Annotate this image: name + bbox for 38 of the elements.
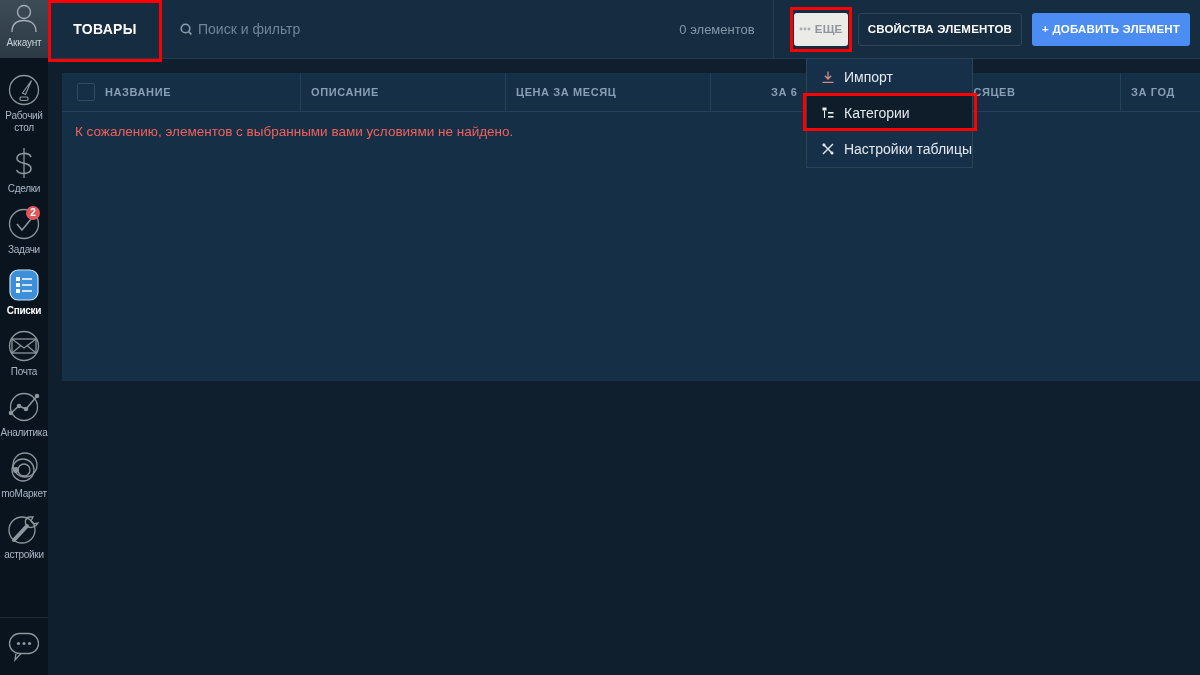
- column-header: НАЗВАНИЕ: [105, 86, 172, 98]
- nav-item[interactable]: Рабочий стол: [0, 68, 48, 141]
- empty-message: К сожалению, элементов с выбранными вами условиями не найдено.: [74, 123, 515, 141]
- item-count: 0 элементов: [679, 21, 755, 37]
- nav-item[interactable]: Списки: [0, 263, 48, 324]
- menu-item[interactable]: Импорт: [807, 59, 972, 95]
- circles-icon: [8, 452, 40, 484]
- nav-item[interactable]: Задачи 2: [0, 202, 48, 263]
- column-header: ЗА ГОД: [1131, 86, 1175, 98]
- page-title: ТОВАРЫ: [73, 21, 137, 37]
- tools-icon: [822, 143, 834, 155]
- check-circle-icon: [8, 208, 40, 240]
- chat-bubble-icon[interactable]: [8, 631, 40, 662]
- notification-badge: 2: [26, 206, 40, 220]
- account-panel[interactable]: Аккаунт: [0, 0, 48, 58]
- menu-item[interactable]: Настройки таблицы: [807, 131, 972, 167]
- element-properties-button[interactable]: СВОЙСТВА ЭЛЕМЕНТОВ: [857, 12, 1023, 46]
- column-header: ЗА 6: [771, 86, 798, 98]
- column-header: СЯЦЕВ: [973, 86, 1016, 98]
- nav-item[interactable]: Аналитика: [0, 385, 48, 446]
- select-all-checkbox[interactable]: [77, 83, 95, 101]
- search-icon: [180, 23, 192, 35]
- column-header: ЦЕНА ЗА МЕСЯЦ: [516, 86, 617, 98]
- nav-item[interactable]: астройки: [0, 507, 48, 568]
- search-field[interactable]: Поиск и фильтр: [198, 21, 358, 37]
- wrench-icon: [8, 513, 40, 545]
- list-icon: [8, 269, 40, 301]
- column-header: ОПИСАНИЕ: [311, 86, 379, 98]
- download-icon: [822, 71, 834, 83]
- tree-list-icon: [822, 107, 834, 119]
- person-icon: [11, 4, 37, 32]
- line-chart-icon: [8, 391, 40, 423]
- speedometer-icon: [8, 74, 40, 106]
- nav-item[interactable]: moМаркет: [0, 446, 48, 507]
- envelope-icon: [8, 330, 40, 362]
- nav-item[interactable]: Почта: [0, 324, 48, 385]
- nav-item[interactable]: Сделки: [0, 141, 48, 202]
- dots-icon: [798, 27, 811, 31]
